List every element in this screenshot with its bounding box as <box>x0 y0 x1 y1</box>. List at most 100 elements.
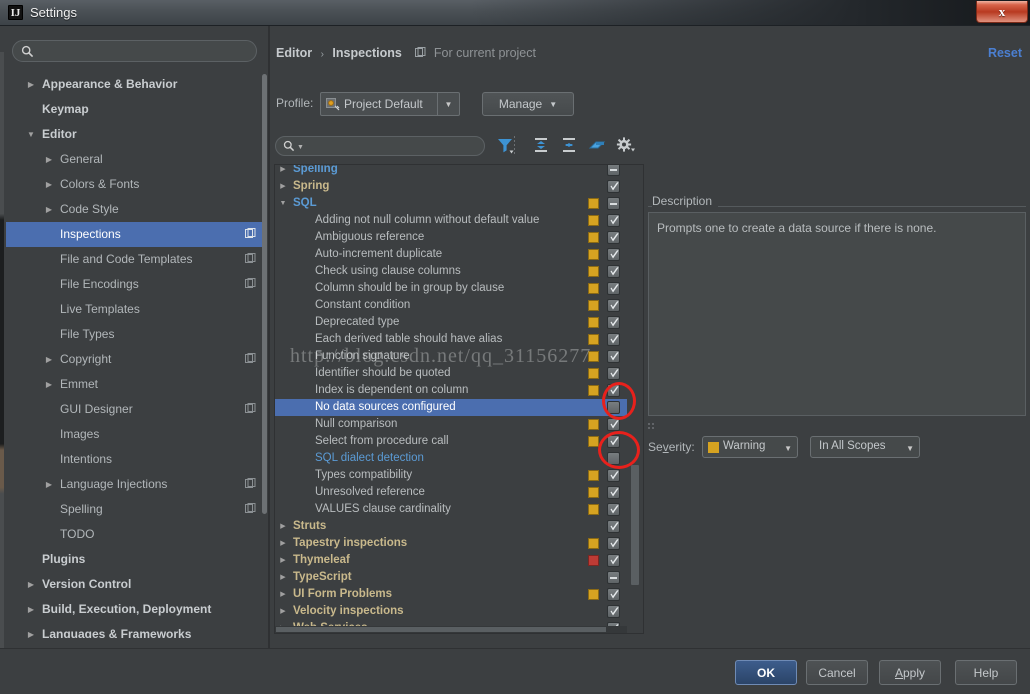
sidebar-item-file-encodings[interactable]: File Encodings <box>6 272 262 297</box>
inspection-row[interactable]: Adding not null column without default v… <box>275 212 627 229</box>
inspection-row[interactable]: Auto-increment duplicate <box>275 246 627 263</box>
severity-combobox[interactable]: Warning ▼ <box>702 436 798 458</box>
breadcrumb-root[interactable]: Editor <box>276 46 312 60</box>
chevron-right-icon[interactable]: ▶ <box>277 164 289 178</box>
chevron-right-icon[interactable]: ▶ <box>24 597 38 622</box>
inspections-scroll-track[interactable] <box>633 165 641 634</box>
inspection-row[interactable]: Ambiguous reference <box>275 229 627 246</box>
inspection-checkbox[interactable] <box>607 503 620 516</box>
inspections-hscroll-thumb[interactable] <box>276 627 606 632</box>
inspection-checkbox[interactable] <box>607 265 620 278</box>
sidebar-item-live-templates[interactable]: Live Templates <box>6 297 262 322</box>
chevron-right-icon[interactable]: ▶ <box>42 197 56 222</box>
sidebar-item-keymap[interactable]: Keymap <box>6 97 262 122</box>
sidebar-item-images[interactable]: Images <box>6 422 262 447</box>
inspection-checkbox[interactable] <box>607 401 620 414</box>
chevron-right-icon[interactable]: ▶ <box>277 178 289 195</box>
sidebar-item-version-control[interactable]: ▶Version Control <box>6 572 262 597</box>
inspection-row[interactable]: ▶Thymeleaf <box>275 552 627 569</box>
sidebar-item-appearance-behavior[interactable]: ▶Appearance & Behavior <box>6 72 262 97</box>
inspection-checkbox[interactable] <box>607 486 620 499</box>
settings-gear-icon[interactable] <box>614 134 636 156</box>
inspection-row[interactable]: SQL dialect detection <box>275 450 627 467</box>
inspections-scroll-thumb[interactable] <box>631 465 639 585</box>
inspection-row[interactable]: ▼SQL <box>275 195 627 212</box>
chevron-right-icon[interactable]: ▶ <box>24 572 38 597</box>
sidebar-item-emmet[interactable]: ▶Emmet <box>6 372 262 397</box>
sidebar-item-file-types[interactable]: File Types <box>6 322 262 347</box>
apply-button[interactable]: Apply <box>879 660 941 685</box>
inspection-row[interactable]: Constant condition <box>275 297 627 314</box>
sidebar-item-languages-frameworks[interactable]: ▶Languages & Frameworks <box>6 622 262 638</box>
filter-icon[interactable] <box>494 134 516 156</box>
inspection-row[interactable]: Null comparison <box>275 416 627 433</box>
inspection-checkbox[interactable] <box>607 537 620 550</box>
inspection-checkbox[interactable] <box>607 282 620 295</box>
chevron-down-icon[interactable]: ▼ <box>437 93 459 115</box>
cancel-button[interactable]: Cancel <box>806 660 868 685</box>
profile-combobox[interactable]: Project Default ▼ <box>320 92 460 116</box>
help-button[interactable]: Help <box>955 660 1017 685</box>
inspection-row[interactable]: ▶UI Form Problems <box>275 586 627 603</box>
inspection-row[interactable]: Index is dependent on column <box>275 382 627 399</box>
inspection-checkbox[interactable] <box>607 214 620 227</box>
sidebar-search-input[interactable] <box>39 43 244 60</box>
inspection-checkbox[interactable] <box>607 299 620 312</box>
inspection-checkbox[interactable] <box>607 367 620 380</box>
sidebar-item-todo[interactable]: TODO <box>6 522 262 547</box>
chevron-right-icon[interactable]: ▶ <box>24 72 38 97</box>
inspection-checkbox[interactable] <box>607 333 620 346</box>
chevron-right-icon[interactable]: ▶ <box>42 147 56 172</box>
chevron-right-icon[interactable]: ▶ <box>24 622 38 638</box>
inspection-checkbox[interactable] <box>607 520 620 533</box>
inspection-row[interactable]: Check using clause columns <box>275 263 627 280</box>
chevron-right-icon[interactable]: ▶ <box>42 472 56 497</box>
inspection-row[interactable]: No data sources configured <box>275 399 627 416</box>
inspection-row[interactable]: Each derived table should have alias <box>275 331 627 348</box>
sidebar-item-plugins[interactable]: Plugins <box>6 547 262 572</box>
inspection-checkbox[interactable] <box>607 164 620 176</box>
settings-category-tree[interactable]: ▶Appearance & BehaviorKeymap▼Editor▶Gene… <box>6 72 262 638</box>
sidebar-item-colors-fonts[interactable]: ▶Colors & Fonts <box>6 172 262 197</box>
inspection-search-box[interactable]: ▼ <box>275 136 485 156</box>
inspections-tree[interactable]: ▶Spelling▶Spring▼SQLAdding not null colu… <box>275 164 627 634</box>
chevron-down-icon[interactable]: ▼ <box>277 195 289 212</box>
inspection-checkbox[interactable] <box>607 316 620 329</box>
inspection-checkbox[interactable] <box>607 554 620 567</box>
inspection-row[interactable]: Types compatibility <box>275 467 627 484</box>
sidebar-item-file-and-code-templates[interactable]: File and Code Templates <box>6 247 262 272</box>
collapse-all-icon[interactable] <box>558 134 580 156</box>
expand-all-icon[interactable] <box>530 134 552 156</box>
inspection-checkbox[interactable] <box>607 350 620 363</box>
scope-combobox[interactable]: In All Scopes ▼ <box>810 436 920 458</box>
inspection-search-input[interactable] <box>306 138 478 154</box>
chevron-right-icon[interactable]: ▶ <box>42 172 56 197</box>
inspection-checkbox[interactable] <box>607 452 620 465</box>
sidebar-item-intentions[interactable]: Intentions <box>6 447 262 472</box>
inspection-row[interactable]: Select from procedure call <box>275 433 627 450</box>
resize-grip[interactable] <box>648 423 658 428</box>
sidebar-item-copyright[interactable]: ▶Copyright <box>6 347 262 372</box>
sidebar-item-code-style[interactable]: ▶Code Style <box>6 197 262 222</box>
inspection-row[interactable]: ▶Velocity inspections <box>275 603 627 620</box>
reset-link[interactable]: Reset <box>988 46 1022 60</box>
chevron-down-icon[interactable]: ▼ <box>297 144 304 151</box>
inspection-checkbox[interactable] <box>607 418 620 431</box>
inspection-row[interactable]: ▶Struts <box>275 518 627 535</box>
sidebar-item-inspections[interactable]: Inspections <box>6 222 262 247</box>
inspection-checkbox[interactable] <box>607 197 620 210</box>
sidebar-item-editor[interactable]: ▼Editor <box>6 122 262 147</box>
chevron-down-icon[interactable]: ▼ <box>24 122 38 147</box>
inspection-row[interactable]: Unresolved reference <box>275 484 627 501</box>
inspection-checkbox[interactable] <box>607 384 620 397</box>
inspection-checkbox[interactable] <box>607 588 620 601</box>
sidebar-item-spelling[interactable]: Spelling <box>6 497 262 522</box>
sidebar-search-box[interactable] <box>12 40 257 62</box>
inspection-checkbox[interactable] <box>607 435 620 448</box>
inspection-row[interactable]: ▶Spring <box>275 178 627 195</box>
chevron-right-icon[interactable]: ▶ <box>277 603 289 620</box>
sidebar-item-language-injections[interactable]: ▶Language Injections <box>6 472 262 497</box>
chevron-right-icon[interactable]: ▶ <box>42 347 56 372</box>
inspection-row[interactable]: Deprecated type <box>275 314 627 331</box>
chevron-right-icon[interactable]: ▶ <box>277 569 289 586</box>
